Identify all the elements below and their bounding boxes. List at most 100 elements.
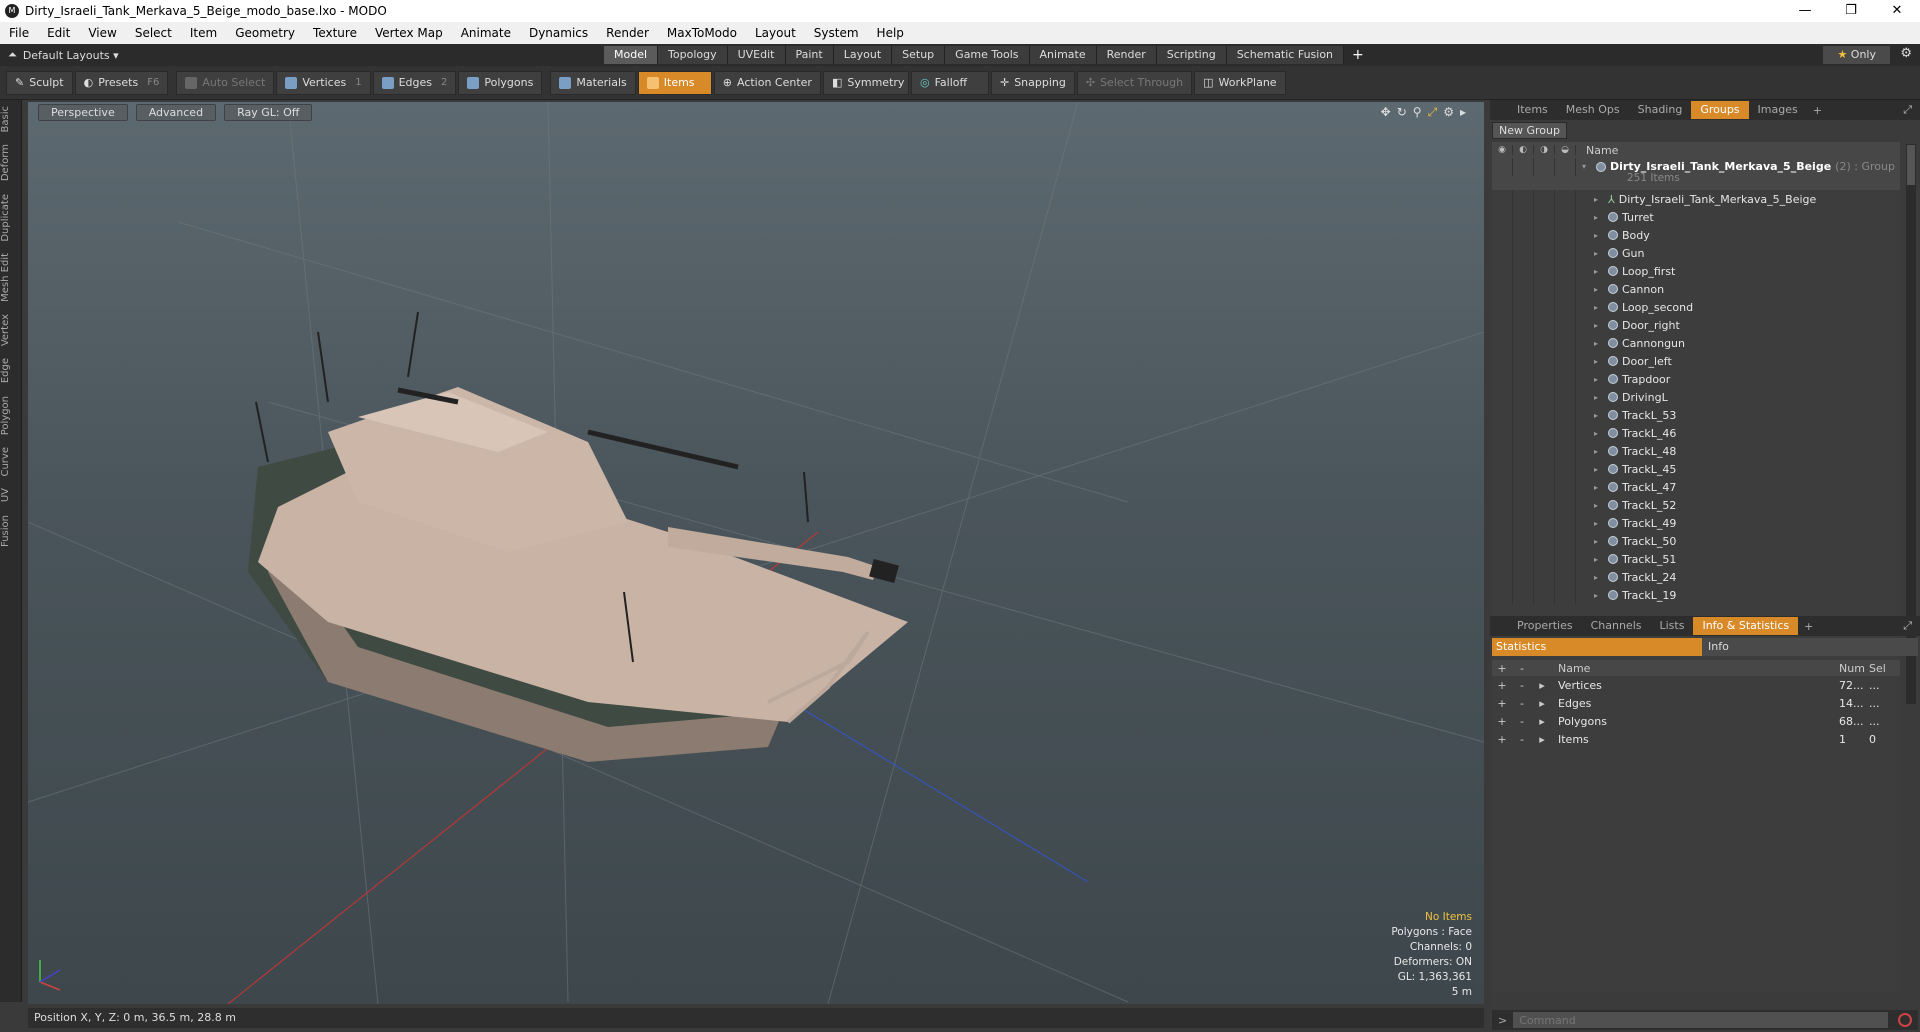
tab-properties[interactable]: Properties (1508, 617, 1582, 635)
menu-item[interactable]: Item (181, 26, 226, 40)
info-tab[interactable]: Info (1702, 638, 1918, 656)
left-tab-polygon[interactable]: Polygon (0, 390, 22, 441)
tab-animate[interactable]: Animate (1029, 46, 1097, 64)
menu-geometry[interactable]: Geometry (226, 26, 304, 40)
tab-channels[interactable]: Channels (1582, 617, 1651, 635)
list-item[interactable]: ▸ Cannongun (1492, 334, 1900, 352)
render-column-icon[interactable]: ◐ (1513, 145, 1534, 155)
list-item[interactable]: ▸ TrackL_50 (1492, 532, 1900, 550)
list-item[interactable]: ▸ Body (1492, 226, 1900, 244)
rotate-icon[interactable]: ↻ (1397, 105, 1407, 120)
list-item[interactable]: ▸ TrackL_49 (1492, 514, 1900, 532)
vertices-button[interactable]: Vertices 1 (276, 70, 371, 95)
tab-items[interactable]: Items (1508, 101, 1557, 119)
lock-column-icon[interactable]: ◑ (1534, 145, 1555, 155)
expand-all-icon[interactable]: + (1492, 662, 1512, 675)
group-root-row[interactable]: ▾ Dirty_Israeli_Tank_Merkava_5_Beige (2)… (1492, 158, 1900, 190)
left-tab-deform[interactable]: Deform (0, 138, 22, 187)
record-icon[interactable] (1898, 1013, 1913, 1027)
list-item[interactable]: ▸ Loop_first (1492, 262, 1900, 280)
expand-panel-icon[interactable]: ⤢ (1903, 103, 1912, 117)
left-tab-fusion[interactable]: Fusion (0, 509, 22, 553)
minimize-button[interactable]: — (1782, 0, 1828, 22)
list-item[interactable]: ▸ TrackL_51 (1492, 550, 1900, 568)
tab-images[interactable]: Images (1749, 101, 1807, 119)
edges-button[interactable]: Edges 2 (372, 70, 457, 95)
3d-viewport[interactable]: Perspective Advanced Ray GL: Off ✥ ↻ ⚲ ⤢… (28, 102, 1484, 1004)
table-row[interactable]: + - ▸ Polygons 68...... (1492, 712, 1900, 730)
menu-layout[interactable]: Layout (746, 26, 805, 40)
add-panel-tab-icon[interactable]: + (1807, 104, 1828, 117)
menu-system[interactable]: System (805, 26, 868, 40)
list-item[interactable]: ▸ TrackL_46 (1492, 424, 1900, 442)
viewport-settings-icon[interactable]: ⚙ (1443, 105, 1454, 120)
perspective-dropdown[interactable]: Perspective (38, 104, 128, 121)
fit-icon[interactable]: ⤢ (1428, 105, 1438, 120)
maximize-button[interactable]: ❐ (1828, 0, 1874, 22)
collapse-arrow-icon[interactable]: ▾ (1582, 162, 1592, 171)
list-item[interactable]: ▸ TrackL_52 (1492, 496, 1900, 514)
menu-dynamics[interactable]: Dynamics (520, 26, 597, 40)
expand-arrow-icon[interactable]: ▸ (1532, 697, 1552, 710)
materials-button[interactable]: Materials (550, 70, 636, 95)
list-item[interactable]: ▸ Trapdoor (1492, 370, 1900, 388)
left-tab-vertex[interactable]: Vertex (0, 308, 22, 352)
list-item[interactable]: ▸ TrackL_19 (1492, 586, 1900, 604)
left-tab-mesh-edit[interactable]: Mesh Edit (0, 247, 22, 308)
visibility-column-icon[interactable]: ◉ (1492, 145, 1513, 155)
menu-select[interactable]: Select (126, 26, 181, 40)
select-column-icon[interactable]: ◒ (1555, 145, 1576, 155)
falloff-button[interactable]: ◎ Falloff (910, 70, 989, 95)
menu-view[interactable]: View (79, 26, 125, 40)
list-item[interactable]: ▸ TrackL_53 (1492, 406, 1900, 424)
action-center-button[interactable]: ⊕ Action Center (713, 70, 821, 95)
menu-maxtomodo[interactable]: MaxToModo (658, 26, 746, 40)
expand-panel-icon[interactable]: ⤢ (1903, 619, 1912, 633)
left-tab-uv[interactable]: UV (0, 482, 22, 508)
statistics-tab[interactable]: Statistics (1492, 638, 1702, 656)
advanced-dropdown[interactable]: Advanced (135, 104, 217, 121)
table-row[interactable]: + - ▸ Vertices 72...... (1492, 676, 1900, 694)
tab-shading[interactable]: Shading (1629, 101, 1692, 119)
tab-uvedit[interactable]: UVEdit (727, 46, 786, 64)
tab-topology[interactable]: Topology (658, 46, 728, 64)
tab-game-tools[interactable]: Game Tools (945, 46, 1030, 64)
raygl-dropdown[interactable]: Ray GL: Off (224, 104, 313, 121)
list-item[interactable]: ▸ TrackL_24 (1492, 568, 1900, 586)
list-item[interactable]: ▸ Loop_second (1492, 298, 1900, 316)
add-tab-icon[interactable]: + (1344, 47, 1372, 63)
table-row[interactable]: + - ▸ Edges 14...... (1492, 694, 1900, 712)
auto-select-button[interactable]: Auto Select (176, 70, 275, 95)
layout-collapse-icon[interactable]: ⏶ (8, 48, 17, 62)
list-item[interactable]: ▸ Door_right (1492, 316, 1900, 334)
left-tab-curve[interactable]: Curve (0, 441, 22, 483)
tab-layout[interactable]: Layout (833, 46, 893, 64)
workplane-button[interactable]: ◫ WorkPlane (1194, 70, 1286, 95)
menu-file[interactable]: File (0, 26, 38, 40)
left-tab-duplicate[interactable]: Duplicate (0, 188, 22, 248)
list-item[interactable]: ▸ DrivingL (1492, 388, 1900, 406)
new-group-button[interactable]: New Group (1492, 122, 1567, 139)
collapse-all-icon[interactable]: - (1512, 662, 1532, 675)
tab-groups[interactable]: Groups (1691, 101, 1749, 119)
layout-selector[interactable]: Default Layouts ▾ (23, 49, 119, 62)
menu-help[interactable]: Help (868, 26, 913, 40)
list-item[interactable]: ▸ Door_left (1492, 352, 1900, 370)
list-item[interactable]: ▸ Cannon (1492, 280, 1900, 298)
tab-render[interactable]: Render (1096, 46, 1157, 64)
expand-arrow-icon[interactable]: ▸ (1532, 679, 1552, 692)
tab-schematic-fusion[interactable]: Schematic Fusion (1226, 46, 1345, 64)
tab-scripting[interactable]: Scripting (1156, 46, 1227, 64)
polygons-button[interactable]: Polygons (458, 70, 543, 95)
left-tab-basic[interactable]: Basic (0, 100, 22, 138)
close-button[interactable]: ✕ (1874, 0, 1920, 22)
menu-vertex-map[interactable]: Vertex Map (366, 26, 452, 40)
list-item[interactable]: ▸ Turret (1492, 208, 1900, 226)
only-toggle[interactable]: ★ Only (1823, 46, 1890, 64)
sculpt-button[interactable]: ✎ Sculpt (6, 70, 73, 95)
menu-edit[interactable]: Edit (38, 26, 79, 40)
tab-mesh-ops[interactable]: Mesh Ops (1557, 101, 1629, 119)
list-item[interactable]: ▸ TrackL_47 (1492, 478, 1900, 496)
menu-animate[interactable]: Animate (452, 26, 520, 40)
name-column-header[interactable]: Name (1576, 144, 1618, 157)
